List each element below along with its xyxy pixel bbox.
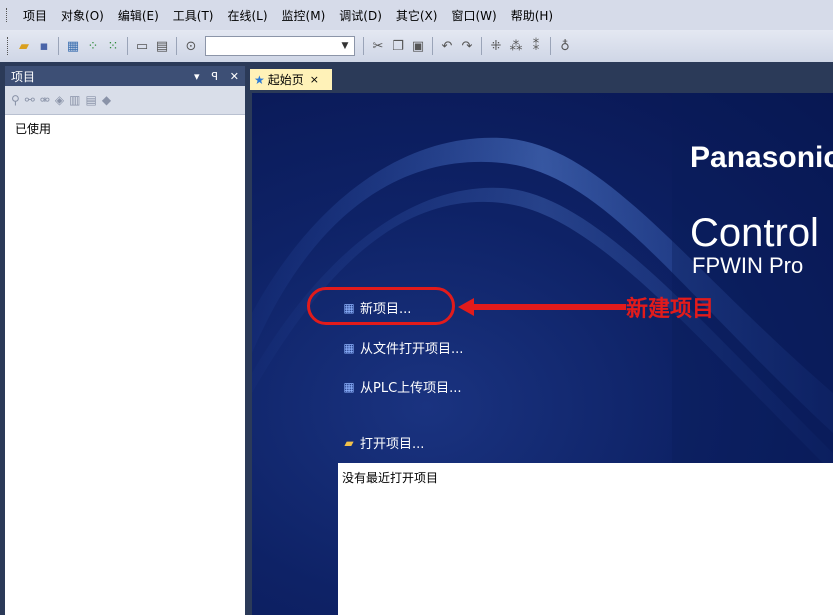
plug-icon[interactable]: ♁ <box>556 37 574 55</box>
properties-icon[interactable]: ◈ <box>55 93 64 107</box>
project-panel-title: 项目 <box>11 69 36 84</box>
save-icon[interactable]: ▪ <box>35 37 53 55</box>
paste-icon[interactable]: ▣ <box>409 37 427 55</box>
menu-tools[interactable]: 工具(T) <box>166 7 221 24</box>
toolbar-separator <box>481 37 482 55</box>
upload-plc-icon: ▦ <box>343 379 355 394</box>
tree-item-used[interactable]: 已使用 <box>5 115 245 142</box>
print-icon[interactable]: ▤ <box>153 37 171 55</box>
compile-icon[interactable]: ⁘ <box>84 37 102 55</box>
add-folder-icon[interactable]: ⚯ <box>25 93 35 107</box>
menu-window[interactable]: 窗口(W) <box>444 7 503 24</box>
brand-logo: Panasonic <box>690 141 833 174</box>
open-project-label: 打开项目... <box>360 437 425 452</box>
add-item-icon[interactable]: ⚲ <box>11 93 20 107</box>
menu-object[interactable]: 对象(O) <box>54 7 111 24</box>
menu-other[interactable]: 其它(X) <box>389 7 445 24</box>
arrow-left-icon <box>458 298 626 316</box>
product-title: Control <box>690 211 819 255</box>
upload-from-plc-link[interactable]: ▦ 从PLC上传项目... <box>342 377 462 397</box>
cut-icon[interactable]: ✂ <box>369 37 387 55</box>
toolbar-grip[interactable] <box>7 37 10 55</box>
document-tabs: ★ 起始页 × <box>250 66 833 90</box>
copy-icon[interactable]: ❐ <box>389 37 407 55</box>
menu-grip[interactable] <box>6 8 11 22</box>
upload-from-plc-label: 从PLC上传项目... <box>360 381 462 396</box>
product-subtitle: FPWIN Pro <box>692 253 804 278</box>
tab-start-label: 起始页 <box>267 73 304 87</box>
toolbar: ▰ ▪ ▦ ⁘ ⁙ ▭ ▤ ⊙ ▼ ✂ ❐ ▣ ↶ ↷ ⁜ ⁂ ⁑ ♁ <box>0 30 833 62</box>
toolbar-separator <box>432 37 433 55</box>
chevron-down-icon[interactable]: ▼ <box>338 38 352 54</box>
menu-bar: 项目 对象(O) 编辑(E) 工具(T) 在线(L) 监控(M) 调试(D) 其… <box>0 0 833 30</box>
tab-start-page[interactable]: ★ 起始页 × <box>250 69 332 90</box>
star-icon: ★ <box>254 72 265 87</box>
delete-icon[interactable]: ⚮ <box>40 93 50 107</box>
close-icon[interactable]: ✕ <box>230 70 239 83</box>
project-panel-header: 项目 ▾ ꟼ ✕ <box>5 66 245 86</box>
open-folder-icon[interactable]: ▰ <box>15 37 33 55</box>
toolbar-separator <box>58 37 59 55</box>
start-page: Panasonic Control FPWIN Pro ▦ 新项目... ▦ 从… <box>252 93 833 615</box>
highlight-oval <box>307 287 455 325</box>
print-preview-icon[interactable]: ▭ <box>133 37 151 55</box>
toolbar-separator <box>176 37 177 55</box>
pin-icon[interactable]: ꟼ <box>211 70 218 83</box>
offline-icon[interactable]: ⁑ <box>527 37 545 55</box>
toolbar-separator <box>550 37 551 55</box>
monitor-icon[interactable]: ⁜ <box>487 37 505 55</box>
open-project-link[interactable]: ▰ 打开项目... <box>342 433 425 453</box>
panel-menu-icon[interactable]: ▾ <box>194 70 200 83</box>
menu-project[interactable]: 项目 <box>16 7 54 24</box>
menu-online[interactable]: 在线(L) <box>220 7 274 24</box>
recent-empty-text: 没有最近打开项目 <box>342 471 439 485</box>
menu-edit[interactable]: 编辑(E) <box>111 7 166 24</box>
redo-icon[interactable]: ↷ <box>458 37 476 55</box>
annotation-label: 新建项目 <box>626 297 715 322</box>
undo-icon[interactable]: ↶ <box>438 37 456 55</box>
panel-controls: ▾ ꟼ ✕ <box>186 69 239 83</box>
rebuild-icon[interactable]: ⁙ <box>104 37 122 55</box>
open-file-icon: ▦ <box>343 340 355 355</box>
folder-icon: ▰ <box>344 435 354 450</box>
project-panel-toolbar: ⚲ ⚯ ⚮ ◈ ▥ ▤ ◆ <box>5 86 245 115</box>
menu-help[interactable]: 帮助(H) <box>504 7 560 24</box>
online-icon[interactable]: ⁂ <box>507 37 525 55</box>
project-icon[interactable]: ▦ <box>64 37 82 55</box>
menu-monitor[interactable]: 监控(M) <box>275 7 333 24</box>
project-panel: 项目 ▾ ꟼ ✕ ⚲ ⚯ ⚮ ◈ ▥ ▤ ◆ 已使用 <box>5 66 245 615</box>
toolbar-separator <box>363 37 364 55</box>
library-icon[interactable]: ▥ <box>69 93 80 107</box>
recent-projects-list: 没有最近打开项目 <box>338 463 833 615</box>
export-icon[interactable]: ▤ <box>86 93 97 107</box>
menu-debug[interactable]: 调试(D) <box>332 7 389 24</box>
open-from-file-link[interactable]: ▦ 从文件打开项目... <box>342 338 464 358</box>
open-from-file-label: 从文件打开项目... <box>360 342 464 357</box>
toolbar-separator <box>127 37 128 55</box>
search-combo[interactable]: ▼ <box>205 36 355 56</box>
settings-icon[interactable]: ◆ <box>102 93 111 107</box>
close-tab-icon[interactable]: × <box>310 73 319 86</box>
find-icon[interactable]: ⊙ <box>182 37 200 55</box>
